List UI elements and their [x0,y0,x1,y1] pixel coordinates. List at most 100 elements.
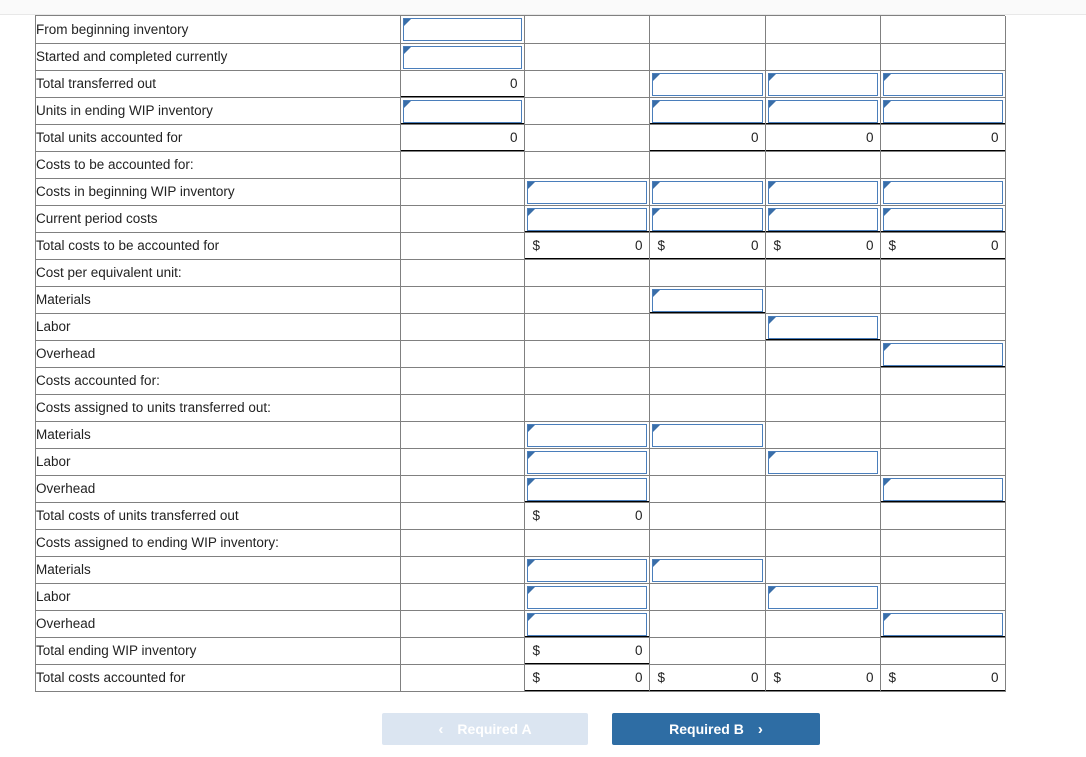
empty-cell [400,340,525,368]
empty-cell [524,286,650,314]
input-cell[interactable] [524,421,650,449]
empty-cell [765,16,881,44]
input-cell[interactable] [524,556,650,584]
required-a-button[interactable]: ‹ Required A [382,713,588,745]
input-cell[interactable] [880,610,1006,638]
empty-cell [649,475,766,503]
cell-input-box[interactable] [767,450,878,474]
table-row: Total units accounted for 0 0 0 0 [36,124,1006,152]
input-cell[interactable] [765,583,881,611]
input-cell[interactable] [400,43,525,71]
input-cell[interactable] [880,340,1006,368]
input-cell[interactable] [880,70,1006,98]
input-cell[interactable] [649,421,766,449]
cell-input-box[interactable] [526,180,647,204]
empty-cell [880,502,1006,530]
input-cell[interactable] [524,583,650,611]
required-b-button[interactable]: Required B › [612,713,820,745]
cell-input-box[interactable] [526,423,647,447]
empty-cell [400,475,525,503]
table-row: Labor [36,583,1006,611]
input-cell[interactable] [400,16,525,44]
cell-input-box[interactable] [526,558,647,582]
value-cell: 0 [880,124,1006,152]
cell-input-box[interactable] [767,180,878,204]
input-cell[interactable] [765,97,881,125]
cell-input-box[interactable] [402,18,522,41]
cell-number: 0 [634,507,643,523]
table-row: Costs to be accounted for: [36,151,1006,179]
cell-input-box[interactable] [767,315,878,339]
input-cell[interactable] [524,610,650,638]
input-cell[interactable] [524,448,650,476]
cell-input-box[interactable] [882,342,1003,366]
cell-input-box[interactable] [402,99,522,123]
input-cell[interactable] [524,205,650,233]
input-cell[interactable] [765,205,881,233]
empty-cell [880,583,1006,611]
input-cell[interactable] [880,475,1006,503]
table-row: Units in ending WIP inventory [36,97,1006,125]
table-row: Costs accounted for: [36,367,1006,395]
cell-input-box[interactable] [402,45,522,69]
cell-input-box[interactable] [882,477,1003,501]
cell-input-box[interactable] [651,288,763,312]
cell-value: $0 [650,233,765,259]
input-cell[interactable] [524,475,650,503]
empty-cell [649,16,766,44]
cell-input-box[interactable] [767,72,878,96]
empty-cell [765,367,881,395]
cell-input-box[interactable] [767,99,878,123]
cell-input-box[interactable] [651,180,763,204]
empty-cell [649,43,766,71]
cell-input-box[interactable] [882,72,1003,96]
table-row: Costs in beginning WIP inventory [36,178,1006,206]
input-cell[interactable] [649,205,766,233]
row-label: Total units accounted for [36,124,401,152]
cell-input-box[interactable] [526,450,647,474]
input-cell[interactable] [880,205,1006,233]
page-top-strip [0,0,1086,15]
empty-cell [649,313,766,341]
cell-input-box[interactable] [526,585,647,609]
input-cell[interactable] [649,556,766,584]
input-cell[interactable] [400,97,525,125]
cell-input-box[interactable] [882,612,1003,636]
cell-number: 0 [865,237,874,253]
cell-input-box[interactable] [767,585,878,609]
dollar-sign: $ [532,237,541,253]
input-cell[interactable] [880,178,1006,206]
input-cell[interactable] [524,178,650,206]
empty-cell [765,502,881,530]
cell-input-box[interactable] [882,99,1003,123]
table-row: Total ending WIP inventory $0 [36,637,1006,665]
cell-input-box[interactable] [651,99,763,123]
input-cell[interactable] [765,70,881,98]
required-a-label: Required A [457,721,532,737]
cell-input-box[interactable] [526,612,647,636]
input-cell[interactable] [765,448,881,476]
cell-input-box[interactable] [882,207,1003,231]
cell-input-box[interactable] [651,207,763,231]
input-cell[interactable] [649,178,766,206]
input-cell[interactable] [649,97,766,125]
input-cell[interactable] [649,286,766,314]
input-cell[interactable] [880,97,1006,125]
input-cell[interactable] [765,178,881,206]
input-cell[interactable] [765,313,881,341]
empty-cell [524,16,650,44]
input-cell[interactable] [649,70,766,98]
table-row: Labor [36,448,1006,476]
cell-input-box[interactable] [526,477,647,501]
value-cell: $0 [880,664,1006,692]
cell-input-box[interactable] [651,423,763,447]
cell-input-box[interactable] [882,180,1003,204]
cell-input-box[interactable] [651,558,763,582]
cell-input-box[interactable] [767,207,878,231]
row-label: Overhead [36,475,401,503]
value-cell: $0 [524,502,650,530]
row-label: Started and completed currently [36,43,401,71]
cell-input-box[interactable] [651,72,763,96]
cell-input-box[interactable] [526,207,647,231]
table-row: Materials [36,556,1006,584]
